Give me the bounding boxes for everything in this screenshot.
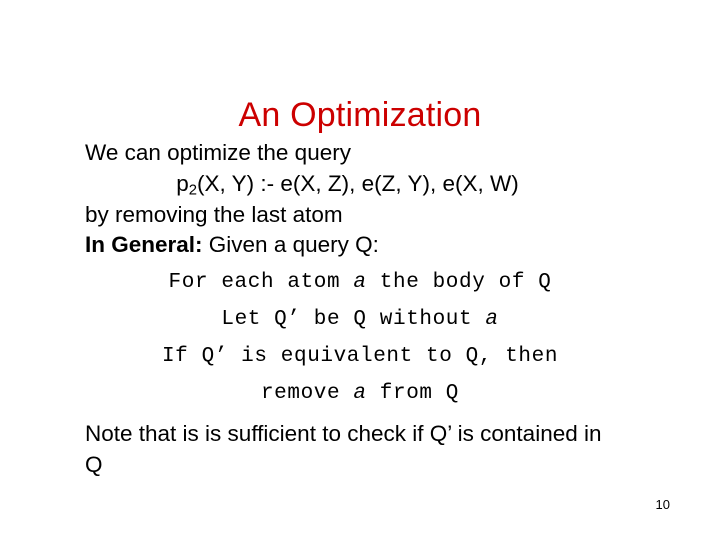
bullet-label-note-containment: Note that is is sufficient to check if Q… <box>85 421 602 477</box>
pseudocode-block: For each atom a the body of Q Let Q’ be … <box>0 264 720 412</box>
rule-predicate-name: p <box>176 171 189 196</box>
pseudocode-line-1-part-c: the body of Q <box>366 271 552 294</box>
pseudocode-line-3: If Q’ is equivalent to Q, then <box>0 338 720 375</box>
pseudocode-line-2-part-a: Let Q’ be Q without <box>221 308 486 331</box>
slide-body: We can optimize the query p2(X, Y) :- e(… <box>0 138 720 480</box>
pseudocode-line-2-var: a <box>485 308 499 331</box>
in-general-rest: Given a query Q: <box>202 232 379 257</box>
pseudocode-line-4: remove a from Q <box>0 375 720 412</box>
slide: An Optimization We can optimize the quer… <box>0 0 720 540</box>
bullet-label-optimize-query: We can optimize the query <box>85 140 351 165</box>
bullet-item-note-containment: Note that is is sufficient to check if Q… <box>0 418 720 480</box>
tail-bullet-group: Note that is is sufficient to check if Q… <box>0 418 720 480</box>
bullet-label-in-general: In General: Given a query Q: <box>85 230 720 260</box>
pseudocode-line-1: For each atom a the body of Q <box>0 264 720 301</box>
bullet-item-in-general: In General: Given a query Q: <box>0 230 720 260</box>
pseudocode-line-4-part-c: from Q <box>366 382 460 405</box>
in-general-emphasis: In General: <box>85 232 203 257</box>
rule-body-text: (X, Y) :- e(X, Z), e(Z, Y), e(X, W) <box>197 171 519 196</box>
pseudocode-line-4-var: a <box>353 382 367 405</box>
pseudocode-line-2: Let Q’ be Q without a <box>0 301 720 338</box>
pseudocode-line-1-var: a <box>353 271 367 294</box>
page-title: An Optimization <box>238 95 482 134</box>
rule-predicate-subscript: 2 <box>188 182 198 199</box>
bullet-item-optimize-query: We can optimize the query <box>0 138 720 168</box>
pseudocode-line-4-part-a: remove <box>260 382 354 405</box>
continuation-line-removing-atom: by removing the last atom <box>85 202 343 227</box>
pseudocode-line-3-part-a: If Q’ is equivalent to Q, then <box>161 345 559 368</box>
pseudocode-line-1-part-a: For each atom <box>168 271 354 294</box>
page-number: 10 <box>655 497 670 512</box>
datalog-rule-line: p2(X, Y) :- e(X, Z), e(Z, Y), e(X, W) <box>0 168 720 200</box>
